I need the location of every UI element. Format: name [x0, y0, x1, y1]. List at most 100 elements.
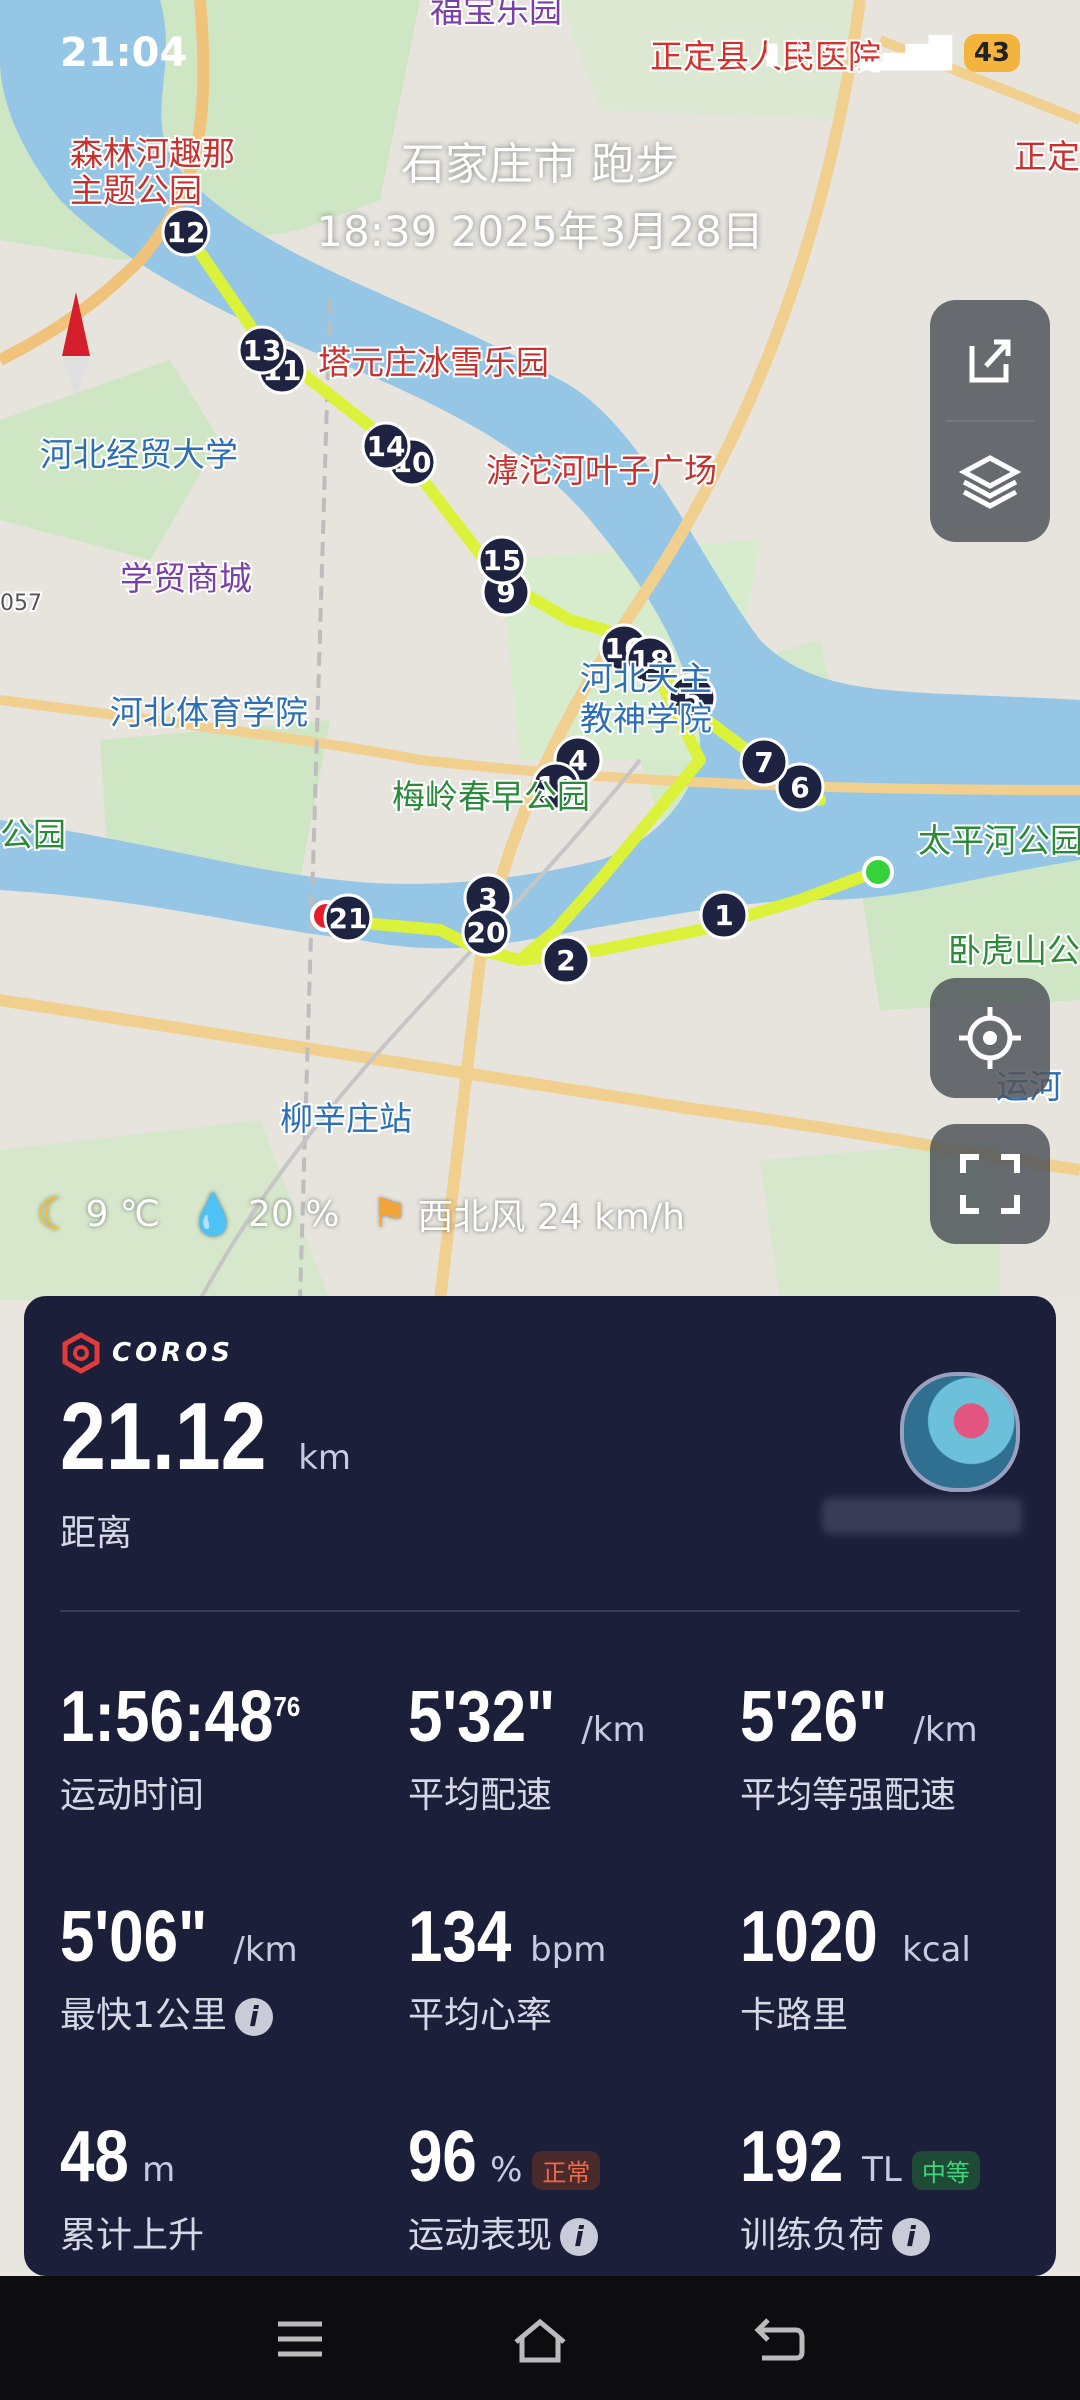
svg-text:20: 20 — [467, 916, 506, 949]
km-marker-7[interactable]: 7 — [739, 737, 789, 787]
stat-unit: /km — [913, 1710, 978, 1750]
avatar[interactable] — [900, 1372, 1020, 1492]
locate-button[interactable] — [930, 978, 1050, 1098]
stat-value: 5'26" — [740, 1677, 888, 1757]
poi-label: 塔元庄冰雪乐园 — [318, 343, 549, 382]
stat-unit: % — [490, 2150, 523, 2190]
start-point — [862, 856, 894, 888]
svg-text:13: 13 — [243, 334, 282, 367]
svg-text:6: 6 — [790, 771, 809, 804]
system-icons: ▮ ᛒ 5G ▂▄▆█ 43 — [764, 34, 1020, 72]
coros-logo: COROS — [60, 1332, 234, 1374]
stat-3: 5'06" /km 最快1公里 i — [60, 1896, 298, 2038]
stat-unit: TL — [862, 2150, 902, 2190]
city-activity-title: 石家庄市 跑步 — [401, 139, 679, 190]
stat-label: 训练负荷 i — [740, 2206, 980, 2258]
info-icon[interactable]: i — [234, 1998, 273, 2036]
km-marker-1[interactable]: 1 — [699, 890, 749, 940]
humidity-icon: 💧 — [188, 1191, 239, 1238]
status-badge: 正常 — [532, 2151, 601, 2190]
poi-label: 057 — [0, 591, 42, 616]
stat-value-sup: 76 — [273, 1691, 301, 1722]
fullscreen-button[interactable] — [930, 1124, 1050, 1244]
stat-value: 96 — [408, 2117, 477, 2197]
status-time: 21:04 — [60, 30, 188, 76]
battery-indicator: 43 — [963, 34, 1020, 72]
summary-card: COROS 21.12 km 距离 1:56:4876 运动时间 5'32" /km 平… — [24, 1296, 1056, 2276]
stat-value: 1020 — [740, 1897, 878, 1977]
status-bar: 21:04 ▮ ᛒ 5G ▂▄▆█ 43 — [0, 0, 1080, 110]
route-map[interactable]: 123456791011121314151618192021 福宝乐园正定县人民… — [0, 0, 1080, 1300]
share-button[interactable] — [930, 300, 1050, 420]
bluetooth-icon: ᛒ — [792, 35, 811, 71]
poi-label: 学贸商城 — [120, 559, 252, 598]
info-icon[interactable]: i — [560, 2218, 599, 2256]
map-tools-group — [930, 300, 1050, 542]
info-icon[interactable]: i — [892, 2218, 931, 2256]
stat-8: 192 TL 中等训练负荷 i — [740, 2116, 980, 2258]
distance-label: 距离 — [60, 1513, 133, 1554]
status-badge: 中等 — [911, 2151, 980, 2190]
km-marker-20[interactable]: 20 — [461, 907, 511, 957]
home-icon[interactable] — [510, 2316, 570, 2366]
poi-label: 河北经贸大学 — [40, 435, 238, 474]
stat-1: 5'32" /km 平均配速 — [408, 1676, 646, 1818]
stat-7: 96% 正常运动表现 i — [408, 2116, 601, 2258]
poi-label: 河北天主 — [580, 659, 712, 698]
share-icon — [969, 339, 1011, 383]
poi-label: 卧虎山公园 — [948, 931, 1080, 970]
svg-text:2: 2 — [556, 944, 575, 977]
km-marker-2[interactable]: 2 — [541, 935, 591, 985]
humidity: 20 % — [248, 1193, 340, 1235]
poi-label: 滹沱河叶子广场 — [486, 451, 717, 490]
stat-6: 48 m 累计上升 — [60, 2116, 204, 2258]
stat-label: 最快1公里 i — [60, 1986, 298, 2038]
divider — [60, 1610, 1020, 1612]
poi-label: 太平河公园 — [918, 821, 1080, 860]
poi-label: 梅岭春早公园 — [392, 777, 590, 816]
menu-icon[interactable] — [274, 2316, 326, 2362]
coros-logo-icon — [62, 1332, 100, 1374]
km-marker-13[interactable]: 13 — [237, 325, 287, 375]
stat-unit: /km — [581, 1710, 646, 1750]
svg-text:15: 15 — [483, 544, 522, 577]
signal-icon: ▂▄▆█ — [859, 35, 952, 71]
svg-text:14: 14 — [367, 430, 406, 463]
stat-value: 192 — [740, 2117, 844, 2197]
km-marker-14[interactable]: 14 — [361, 421, 411, 471]
weather-row: ☾ 9 ℃ 💧 20 % ⚑ 西北风 24 km/h — [36, 1188, 685, 1240]
layers-icon — [958, 455, 1022, 509]
poi-label: 柳辛庄站 — [280, 1099, 412, 1138]
stat-label: 卡路里 — [740, 1995, 849, 2036]
poi-label: 河北体育学院 — [110, 693, 308, 732]
km-marker-21[interactable]: 21 — [323, 893, 373, 943]
stat-label: 平均心率 — [408, 1995, 553, 2036]
stat-label: 累计上升 — [60, 2215, 205, 2256]
activity-datetime: 18:39 2025年3月28日 — [316, 207, 764, 256]
back-icon[interactable] — [752, 2316, 808, 2362]
stat-label: 运动时间 — [60, 1775, 205, 1816]
stat-5: 1020 kcal 卡路里 — [740, 1896, 971, 2038]
stat-2: 5'26" /km 平均等强配速 — [740, 1676, 978, 1818]
stat-value: 48 — [60, 2117, 129, 2197]
stat-unit: bpm — [530, 1930, 607, 1970]
layers-button[interactable] — [930, 422, 1050, 542]
svg-text:21: 21 — [329, 902, 368, 935]
stat-label: 运动表现 i — [408, 2206, 600, 2258]
stat-label: 平均等强配速 — [740, 1775, 957, 1816]
stat-4: 134 bpm 平均心率 — [408, 1896, 606, 2038]
svg-text:7: 7 — [754, 746, 773, 779]
network-label: 5G — [822, 42, 848, 64]
navigation-bar — [0, 2276, 1080, 2400]
vibrate-icon: ▮ — [763, 35, 781, 71]
stat-value: 5'32" — [408, 1677, 556, 1757]
svg-text:1: 1 — [714, 899, 733, 932]
temperature: 9 ℃ — [85, 1193, 161, 1235]
wind-icon: ⚑ — [371, 1191, 408, 1237]
locate-icon — [959, 1007, 1021, 1069]
stat-unit: /km — [233, 1930, 298, 1970]
stat-value: 134 — [408, 1897, 512, 1977]
brand-name: COROS — [112, 1338, 235, 1368]
km-marker-15[interactable]: 15 — [477, 535, 527, 585]
stat-value: 1:56:4876 — [60, 1677, 301, 1757]
